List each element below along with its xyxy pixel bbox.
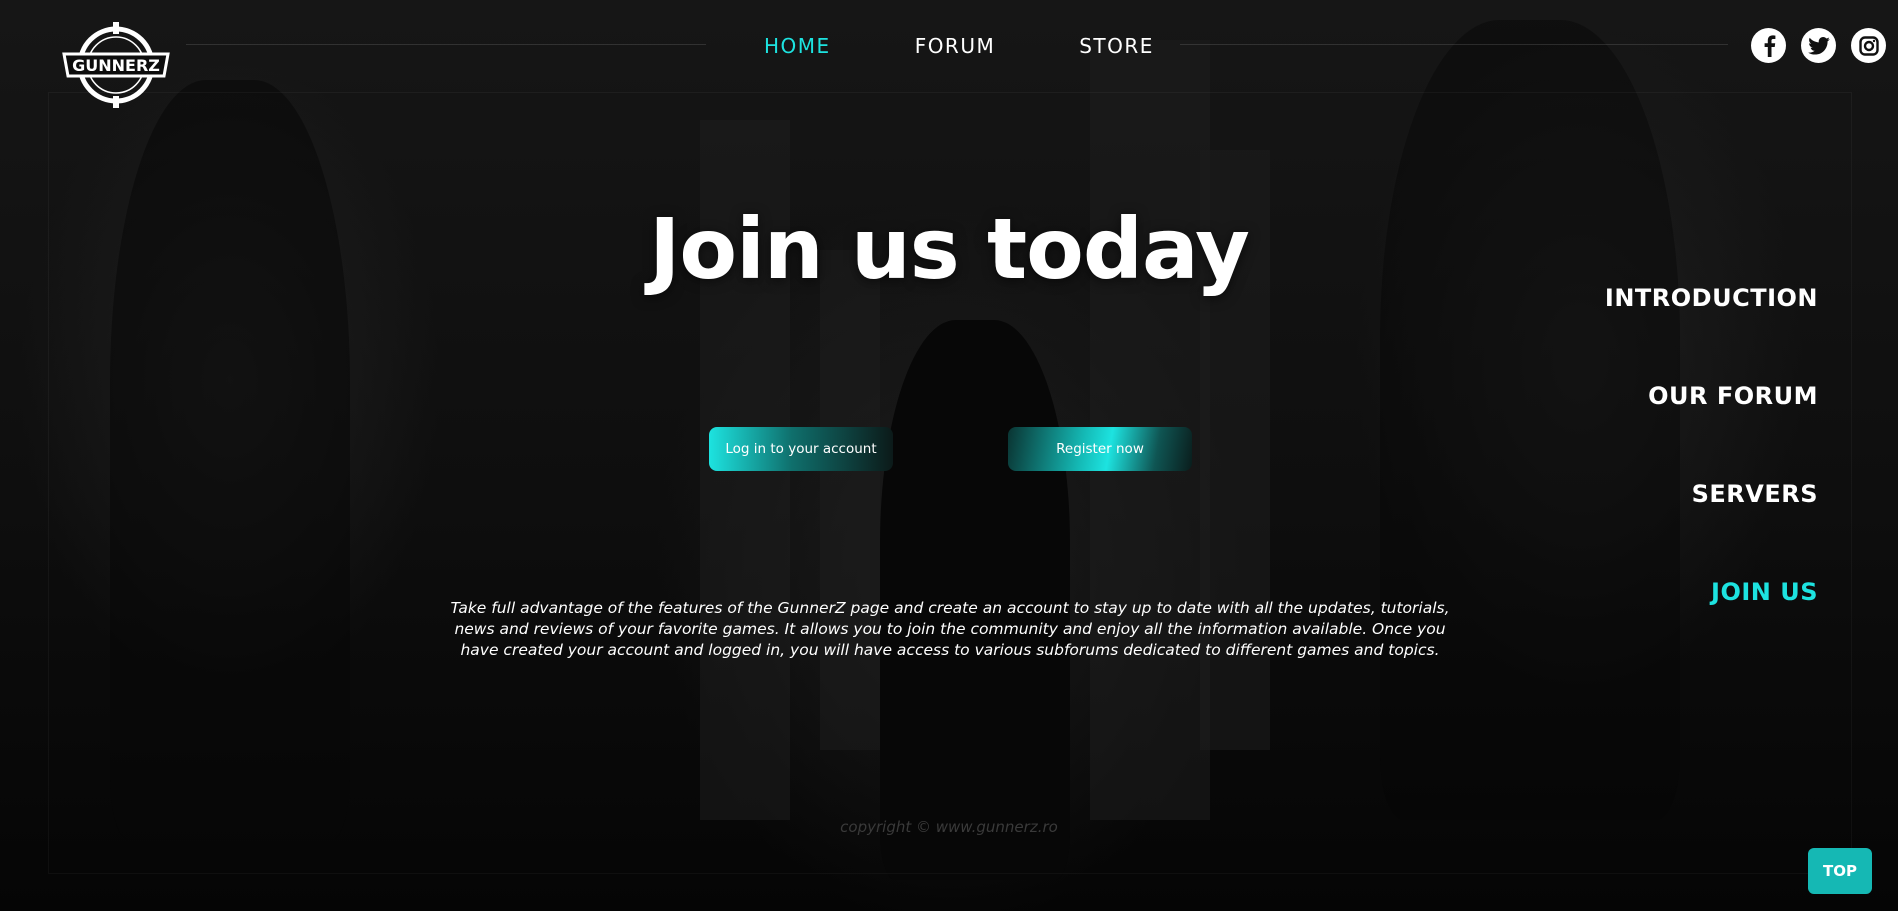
nav-home[interactable]: HOME bbox=[764, 34, 831, 58]
section-servers[interactable]: SERVERS bbox=[1605, 474, 1818, 572]
facebook-icon[interactable] bbox=[1751, 28, 1786, 63]
social-links bbox=[1751, 28, 1886, 63]
main-nav: HOME FORUM STORE bbox=[764, 34, 1238, 58]
nav-store[interactable]: STORE bbox=[1079, 34, 1154, 58]
header-line-left bbox=[186, 44, 706, 45]
section-our-forum[interactable]: OUR FORUM bbox=[1605, 376, 1818, 474]
crosshair-logo-icon: GUNNERZ bbox=[62, 22, 170, 108]
join-description: Take full advantage of the features of t… bbox=[450, 599, 1450, 659]
copyright-text: copyright © www.gunnerz.ro bbox=[840, 818, 1058, 836]
section-join-us[interactable]: JOIN US bbox=[1605, 572, 1818, 670]
section-menu: INTRODUCTION OUR FORUM SERVERS JOIN US bbox=[1605, 278, 1818, 670]
login-button[interactable]: Log in to your account bbox=[709, 427, 893, 471]
back-to-top-button[interactable]: TOP bbox=[1808, 848, 1872, 894]
gunnerz-logo[interactable]: GUNNERZ bbox=[60, 22, 176, 108]
nav-forum[interactable]: FORUM bbox=[915, 34, 996, 58]
section-introduction[interactable]: INTRODUCTION bbox=[1605, 278, 1818, 376]
twitter-icon[interactable] bbox=[1801, 28, 1836, 63]
svg-text:GUNNERZ: GUNNERZ bbox=[72, 56, 160, 75]
register-button[interactable]: Register now bbox=[1008, 427, 1192, 471]
instagram-icon[interactable] bbox=[1851, 28, 1886, 63]
header-line-right bbox=[1180, 44, 1728, 45]
